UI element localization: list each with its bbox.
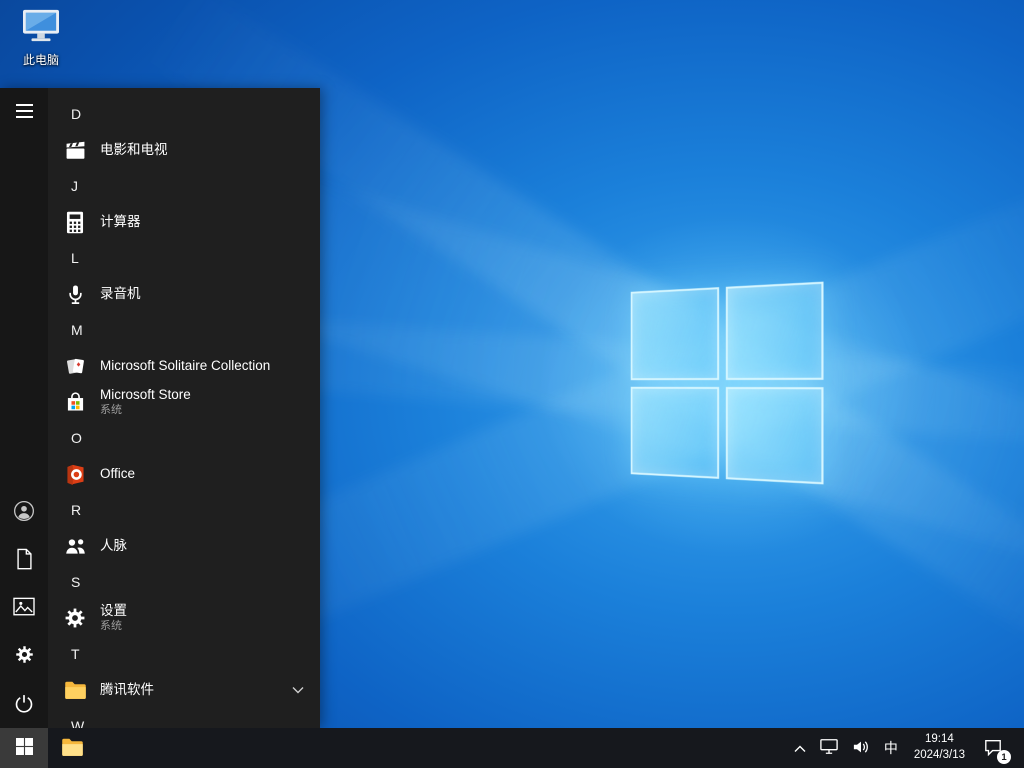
this-pc-icon [20, 9, 62, 48]
windows-logo-pane [630, 386, 719, 479]
voice-recorder-icon [61, 280, 89, 308]
section-header-l[interactable]: L [48, 240, 320, 276]
section-header-w[interactable]: W [48, 708, 320, 728]
folder-icon [60, 736, 85, 761]
start-button[interactable] [0, 728, 48, 768]
app-item-settings[interactable]: 设置 系统 [48, 600, 320, 636]
windows-logo [630, 281, 824, 485]
taskbar: 中 19:14 2024/3/13 1 [0, 728, 1024, 768]
section-header-t[interactable]: T [48, 636, 320, 672]
notification-badge: 1 [997, 750, 1011, 764]
desktop: 此电脑 D 电影和电视 J 计算器 L 录音机 M Microsoft Soli… [0, 0, 1024, 768]
app-item-voice-recorder[interactable]: 录音机 [48, 276, 320, 312]
user-icon [13, 500, 35, 525]
windows-logo-icon [15, 738, 33, 758]
clock-date: 2024/3/13 [913, 749, 965, 761]
start-menu: D 电影和电视 J 计算器 L 录音机 M Microsoft Solitair… [0, 88, 320, 728]
app-item-office[interactable]: Office [48, 456, 320, 492]
documents-button[interactable] [0, 536, 48, 584]
windows-logo-pane [725, 386, 824, 485]
chevron-up-icon [794, 741, 806, 756]
app-item-solitaire[interactable]: Microsoft Solitaire Collection [48, 348, 320, 384]
desktop-icon-this-pc[interactable]: 此电脑 [10, 8, 72, 68]
calculator-icon [61, 208, 89, 236]
office-icon [61, 460, 89, 488]
section-header-j[interactable]: J [48, 168, 320, 204]
expand-menu-button[interactable] [0, 88, 48, 136]
hamburger-icon [15, 103, 33, 121]
system-tray: 中 19:14 2024/3/13 1 [787, 728, 1024, 768]
folder-icon [61, 676, 89, 704]
windows-logo-pane [630, 287, 719, 380]
file-explorer-button[interactable] [48, 728, 96, 768]
volume-tray-button[interactable] [845, 728, 877, 768]
chevron-down-icon[interactable] [292, 686, 304, 694]
windows-logo-pane [725, 281, 824, 380]
clock[interactable]: 19:14 2024/3/13 [905, 728, 974, 768]
app-item-calculator[interactable]: 计算器 [48, 204, 320, 240]
pictures-icon [13, 597, 35, 620]
store-icon [61, 388, 89, 416]
app-item-microsoft-store[interactable]: Microsoft Store 系统 [48, 384, 320, 420]
user-account-button[interactable] [0, 488, 48, 536]
power-icon [14, 693, 34, 716]
network-tray-button[interactable] [813, 728, 845, 768]
solitaire-icon [61, 352, 89, 380]
power-button[interactable] [0, 680, 48, 728]
volume-icon [852, 739, 870, 758]
action-center-button[interactable]: 1 [974, 728, 1012, 768]
section-header-s[interactable]: S [48, 564, 320, 600]
start-menu-rail [0, 88, 48, 728]
app-item-people[interactable]: 人脉 [48, 528, 320, 564]
app-item-movies-tv[interactable]: 电影和电视 [48, 132, 320, 168]
network-icon [820, 738, 838, 758]
gear-icon [61, 604, 89, 632]
people-icon [61, 532, 89, 560]
ime-indicator[interactable]: 中 [877, 728, 905, 768]
section-header-r[interactable]: R [48, 492, 320, 528]
ime-label: 中 [883, 740, 898, 756]
settings-button[interactable] [0, 632, 48, 680]
gear-icon [14, 644, 35, 668]
tray-expand-button[interactable] [787, 728, 813, 768]
start-menu-app-list: D 电影和电视 J 计算器 L 录音机 M Microsoft Solitair… [48, 88, 320, 728]
movies-tv-icon [61, 136, 89, 164]
desktop-icon-label: 此电脑 [22, 53, 59, 67]
section-header-m[interactable]: M [48, 312, 320, 348]
section-header-d[interactable]: D [48, 96, 320, 132]
app-folder-tencent[interactable]: 腾讯软件 [48, 672, 320, 708]
document-icon [15, 548, 34, 573]
pictures-button[interactable] [0, 584, 48, 632]
section-header-o[interactable]: O [48, 420, 320, 456]
clock-time: 19:14 [925, 733, 954, 746]
